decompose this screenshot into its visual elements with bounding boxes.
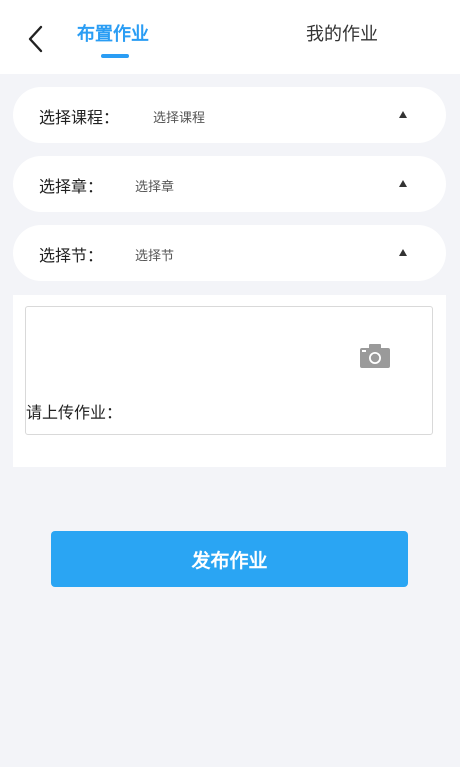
publish-homework-button[interactable]: 发布作业 [51, 531, 408, 587]
upload-label: 请上传作业： [26, 403, 123, 422]
section-select-label: 选择节： [39, 246, 104, 265]
section-select-value: 选择节 [135, 249, 175, 264]
active-tab-indicator [101, 54, 129, 58]
chapter-select-value: 选择章 [135, 180, 175, 195]
upload-area[interactable]: 请上传作业： [25, 306, 433, 435]
upload-panel: 请上传作业： [13, 295, 446, 467]
chapter-select[interactable]: 选择章： 选择章 [13, 156, 446, 212]
tab-assign-homework[interactable]: 布置作业 [77, 20, 149, 46]
course-select[interactable]: 选择课程： 选择课程 [13, 87, 446, 143]
course-select-label: 选择课程： [39, 108, 120, 127]
dropdown-arrow-icon [399, 249, 407, 256]
back-icon[interactable] [22, 22, 50, 56]
dropdown-arrow-icon [399, 180, 407, 187]
course-select-value: 选择课程 [153, 111, 206, 126]
chapter-select-label: 选择章： [39, 177, 104, 196]
camera-icon[interactable] [359, 343, 391, 369]
tab-my-homework[interactable]: 我的作业 [306, 20, 378, 46]
dropdown-arrow-icon [399, 111, 407, 118]
section-select[interactable]: 选择节： 选择节 [13, 225, 446, 281]
top-bar: 布置作业 我的作业 [0, 0, 460, 74]
